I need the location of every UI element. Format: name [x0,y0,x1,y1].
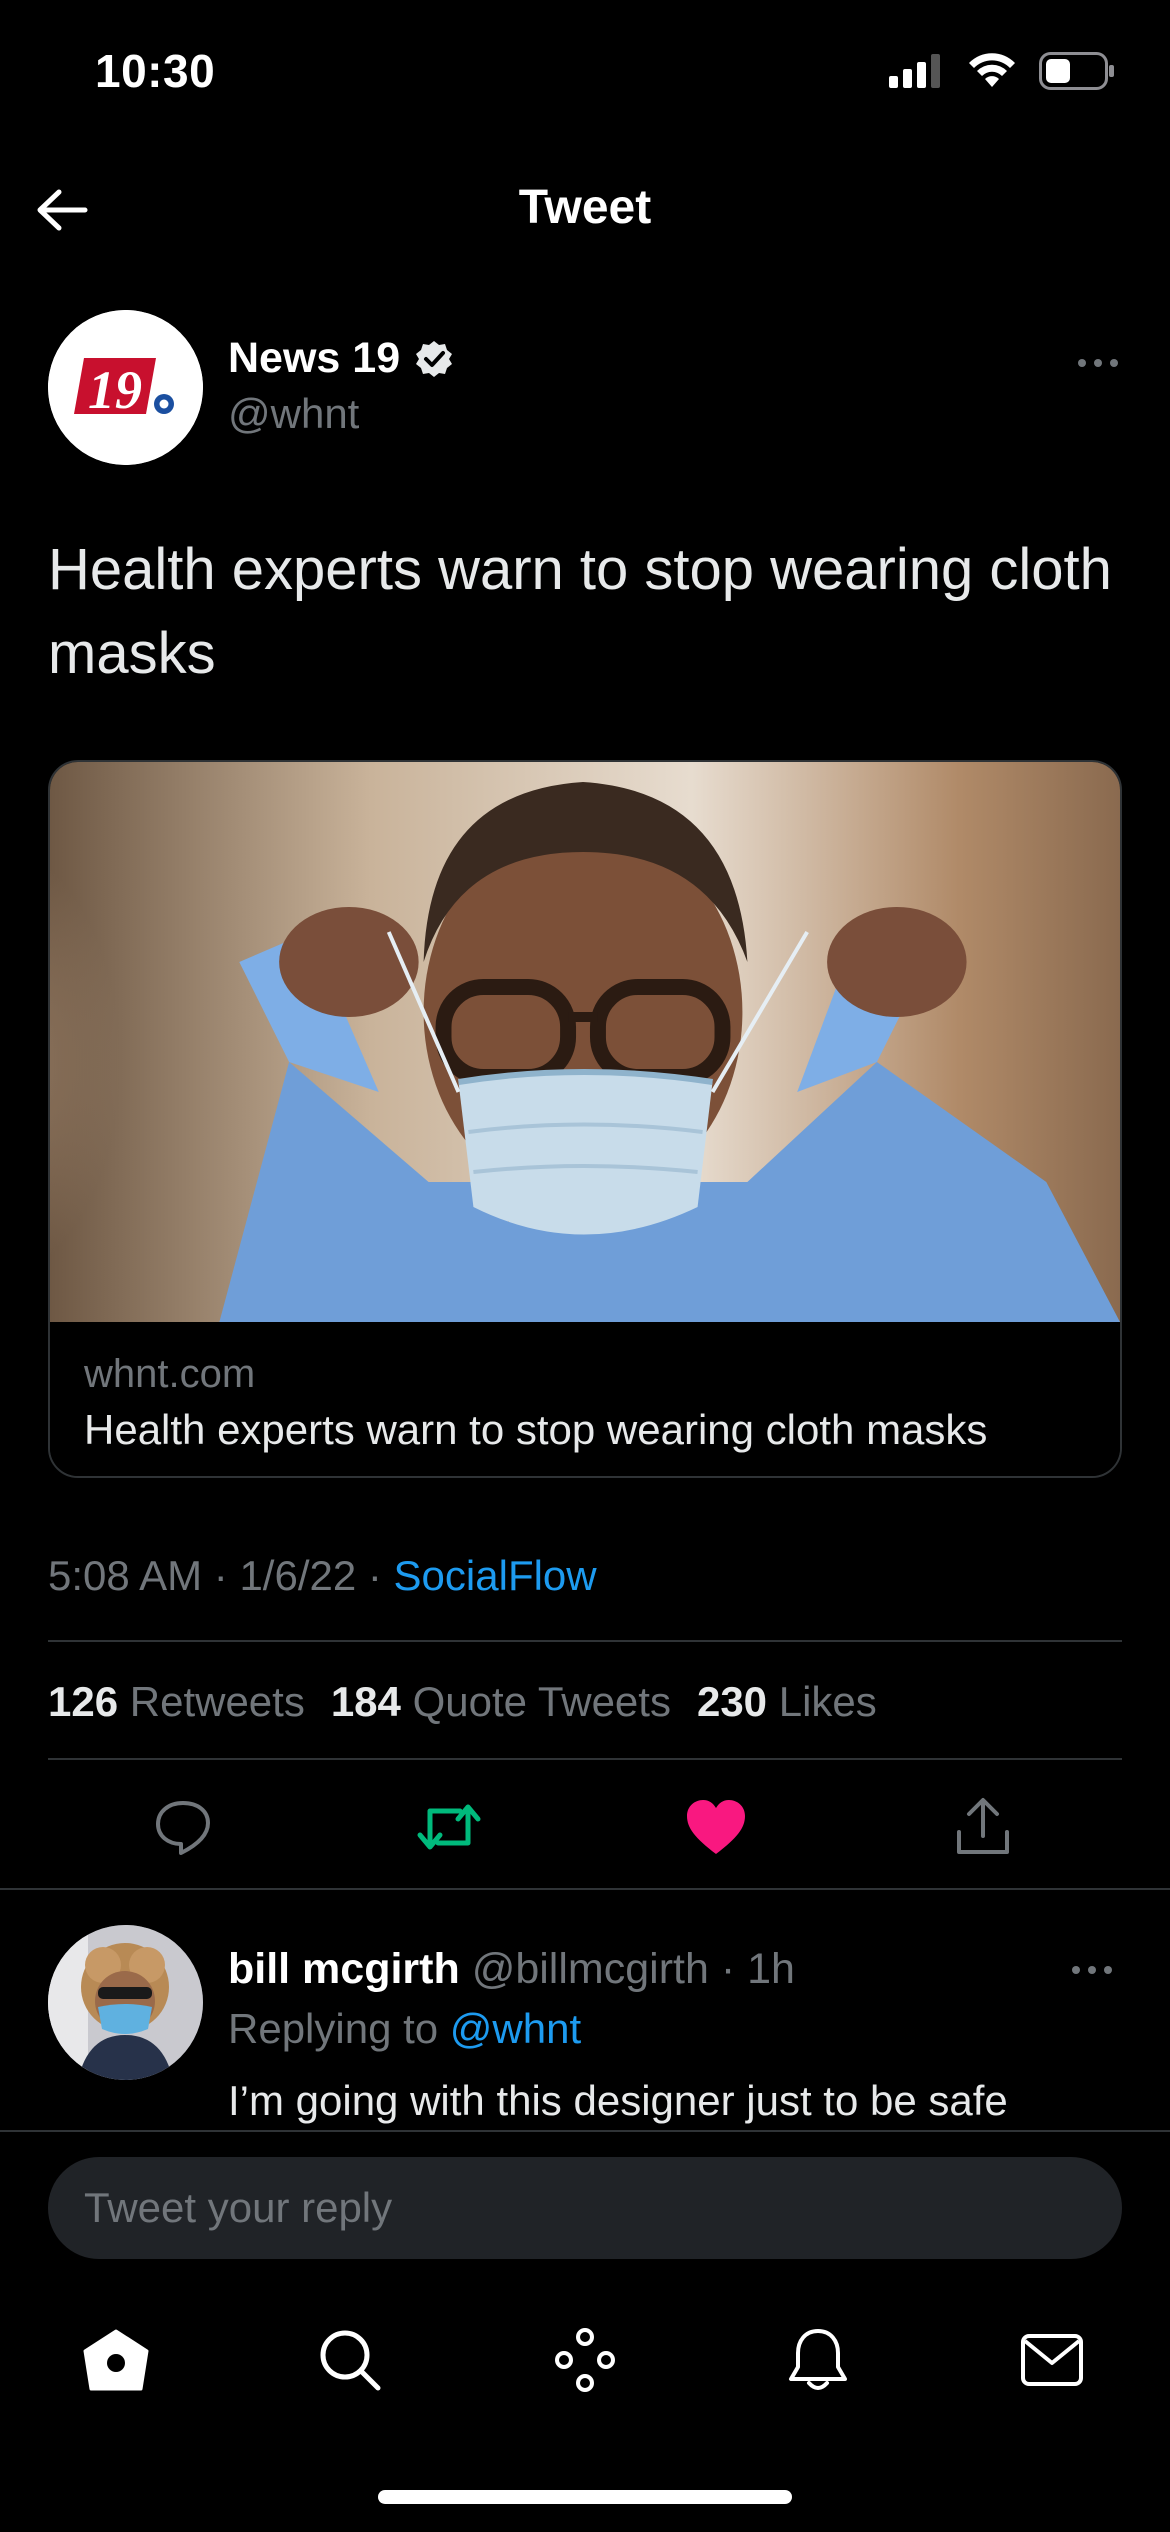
heart-icon [687,1800,745,1854]
tweet-date: 1/6/22 [239,1552,357,1599]
card-domain: whnt.com [84,1352,256,1396]
status-time: 10:30 [95,45,216,97]
divider [48,1758,1122,1760]
more-dot [1110,359,1118,367]
reply-time: 1h [747,1945,795,1993]
more-dot [1088,1966,1096,1974]
messages-icon [1021,2334,1083,2386]
author-handle[interactable]: @whnt [228,390,359,438]
tab-spaces[interactable] [545,2320,625,2400]
card-image [50,762,1120,1322]
reply-author-handle[interactable]: @billmcgirth [472,1945,709,1993]
status-bar: 10:30 [0,0,1170,150]
like-button[interactable] [681,1792,751,1862]
more-dot [1072,1966,1080,1974]
share-icon [957,1798,1009,1854]
author-name[interactable]: News 19 [228,334,400,383]
replying-to-mention[interactable]: @whnt [450,2005,581,2052]
divider [48,1640,1122,1642]
likes-count: 230 [696,1678,768,1725]
retweets-count: 126 [48,1678,119,1725]
retweet-button[interactable] [414,1792,484,1862]
tweet-text: Health experts warn to stop wearing clot… [48,537,1112,686]
cellular-signal-icon [889,54,940,88]
home-indicator [378,2490,792,2504]
reply-text: I’m going with this designer just to be … [228,2077,1008,2124]
meta-separator: · [367,1552,394,1599]
likes-label: Likes [778,1678,877,1725]
spaces-icon [555,2328,615,2392]
author-name-row: News 19 [228,334,454,383]
quotes-stat[interactable]: 184 Quote Tweets [331,1678,671,1726]
reply-composer[interactable] [48,2157,1122,2259]
divider [0,1888,1170,1890]
battery-icon [1039,52,1114,90]
home-icon [83,2329,149,2391]
notifications-icon [789,2329,847,2390]
more-dot [1104,1966,1112,1974]
tab-notifications[interactable] [778,2320,858,2400]
quotes-label: Quote Tweets [412,1678,671,1725]
tab-home[interactable] [76,2320,156,2400]
tweet-actions [0,1780,1170,1870]
reply-header: bill mcgirth @billmcgirth · 1h [228,1945,795,1994]
avatar[interactable] [48,1925,203,2080]
replying-to: Replying to @whnt [228,2005,581,2053]
svg-text:19: 19 [88,360,142,420]
news19-logo-icon: 19 [48,310,203,465]
divider [0,2130,1170,2132]
retweet-icon [417,1804,481,1850]
more-dot [1078,359,1086,367]
meta-separator: · [708,1945,748,1993]
link-card[interactable]: whnt.com Health experts warn to stop wea… [48,760,1122,1478]
likes-stat[interactable]: 230 Likes [697,1678,877,1726]
verified-badge-icon [416,340,453,377]
reply-button[interactable] [148,1792,218,1862]
tab-search[interactable] [310,2320,390,2400]
bottom-tab-bar [0,2300,1170,2410]
reply-input[interactable] [48,2157,1122,2259]
reply-more-options-button[interactable] [1062,1955,1122,1985]
card-info: whnt.com Health experts warn to stop wea… [50,1322,1120,1476]
reply-tweet[interactable]: bill mcgirth @billmcgirth · 1h Replying … [48,1925,1122,2125]
header: Tweet [0,150,1170,265]
page-title: Tweet [518,181,652,234]
retweets-stat[interactable]: 126 Retweets [48,1678,305,1726]
tweet-source-link[interactable]: SocialFlow [394,1552,597,1599]
more-options-button[interactable] [1068,348,1128,378]
tab-messages[interactable] [1012,2320,1092,2400]
retweets-label: Retweets [129,1678,305,1725]
status-icons [889,52,1115,90]
wifi-icon [969,53,1015,87]
tweet-author: 19 News 19 @whnt [48,310,1128,465]
reply-avatar-image [48,1925,203,2080]
tweet-meta: 5:08 AM · 1/6/22 · SocialFlow [48,1552,597,1600]
reply-icon [156,1801,210,1855]
tweet-stats: 126 Retweets 184 Quote Tweets 230 Likes [48,1678,877,1726]
tweet-time: 5:08 AM [48,1552,203,1599]
quotes-count: 184 [330,1678,401,1725]
replying-to-label: Replying to [228,2005,439,2052]
more-dot [1094,359,1102,367]
card-title: Health experts warn to stop wearing clot… [84,1406,988,1453]
search-icon [320,2330,381,2391]
avatar[interactable]: 19 [48,310,203,465]
share-button[interactable] [948,1792,1018,1862]
reply-author-name[interactable]: bill mcgirth [228,1945,460,1993]
meta-separator: · [213,1552,240,1599]
